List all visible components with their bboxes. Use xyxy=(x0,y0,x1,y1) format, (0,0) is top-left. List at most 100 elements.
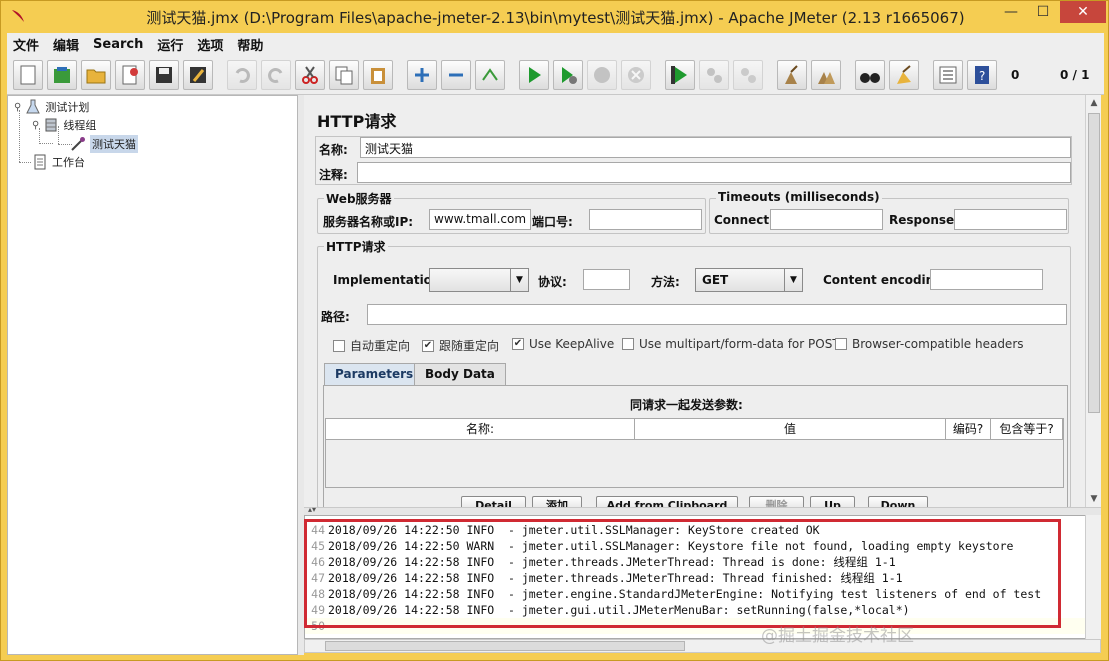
expand-toggle-icon[interactable]: ⚲ xyxy=(14,102,21,113)
log-viewer[interactable]: 44 2018/09/26 14:22:50 INFO - jmeter.util… xyxy=(304,515,1101,639)
scrollbar-thumb[interactable] xyxy=(1088,113,1100,413)
add-button[interactable]: 添加 xyxy=(532,496,582,507)
implementation-select[interactable]: ▼ xyxy=(429,268,529,292)
start-no-pause-button[interactable] xyxy=(553,60,583,90)
scroll-up-icon[interactable]: ▲ xyxy=(1086,95,1102,111)
params-table[interactable]: 名称: 值 编码? 包含等于? xyxy=(325,418,1064,488)
help-book-icon: ? xyxy=(975,66,989,84)
log-split-divider[interactable]: ▴▾ xyxy=(304,505,1101,515)
maximize-button[interactable]: ☐ xyxy=(1028,1,1058,23)
copy-button[interactable] xyxy=(329,60,359,90)
reset-search-button[interactable] xyxy=(889,60,919,90)
cut-button[interactable] xyxy=(295,60,325,90)
watermark: @掘土掘金技术社区 xyxy=(761,626,914,646)
checkbox-box[interactable] xyxy=(835,338,847,350)
save-as-button[interactable] xyxy=(183,60,213,90)
minimize-button[interactable]: — xyxy=(996,1,1026,23)
toggle-button[interactable] xyxy=(475,60,505,90)
log-line: 50 xyxy=(305,618,1085,634)
menu-options[interactable]: 选项 xyxy=(197,35,223,54)
svg-text:?: ? xyxy=(979,69,985,83)
undo-button[interactable] xyxy=(227,60,257,90)
split-arrows-icon[interactable]: ▴▾ xyxy=(308,505,316,514)
tree-item-http-sampler[interactable]: 测试天猫 xyxy=(70,135,138,153)
menu-help[interactable]: 帮助 xyxy=(237,35,263,54)
scroll-down-icon[interactable]: ▼ xyxy=(1086,491,1102,507)
log-horizontal-scrollbar[interactable] xyxy=(304,639,1101,653)
close-button[interactable]: ✕ xyxy=(1060,1,1106,23)
method-select[interactable]: GET ▼ xyxy=(695,268,803,292)
encoding-field[interactable] xyxy=(930,269,1043,290)
connect-field[interactable] xyxy=(770,209,883,230)
close-plan-button[interactable] xyxy=(115,60,145,90)
protocol-field[interactable] xyxy=(583,269,630,290)
test-plan-tree: ⚲ 测试计划 ⚲ 线程组 测试天猫 工作台 xyxy=(7,95,298,655)
column-header-name[interactable]: 名称: xyxy=(326,419,635,440)
checkmark-icon[interactable]: ✔ xyxy=(512,338,524,350)
add-from-clipboard-button[interactable]: Add from Clipboard xyxy=(596,496,738,507)
server-field[interactable]: www.tmall.com xyxy=(429,209,531,230)
column-header-include-equals[interactable]: 包含等于? xyxy=(991,419,1063,440)
path-field[interactable] xyxy=(367,304,1067,325)
remote-start-button[interactable] xyxy=(665,60,695,90)
follow-redirect-checkbox[interactable]: ✔ 跟随重定向 xyxy=(422,337,499,354)
clear-all-button[interactable] xyxy=(811,60,841,90)
delete-button[interactable]: 删除 xyxy=(749,496,804,507)
templates-button[interactable] xyxy=(47,60,77,90)
save-button[interactable] xyxy=(149,60,179,90)
expand-toggle-icon[interactable]: ⚲ xyxy=(32,120,39,131)
remote-shutdown-button[interactable] xyxy=(733,60,763,90)
tree-item-workbench[interactable]: 工作台 xyxy=(32,154,85,170)
toggle-icon xyxy=(482,68,498,81)
menu-search[interactable]: Search xyxy=(93,37,143,52)
menu-edit[interactable]: 编辑 xyxy=(53,35,79,54)
broom-all-icon xyxy=(818,72,835,84)
shutdown-button[interactable] xyxy=(621,60,651,90)
collapse-all-button[interactable] xyxy=(441,60,471,90)
log-line: 44 2018/09/26 14:22:50 INFO - jmeter.util… xyxy=(311,523,820,537)
menu-run[interactable]: 运行 xyxy=(157,35,183,54)
start-button[interactable] xyxy=(519,60,549,90)
checkbox-box[interactable] xyxy=(333,339,345,352)
tree-item-thread-group[interactable]: ⚲ 线程组 xyxy=(32,117,96,133)
log-vertical-scrollbar[interactable] xyxy=(1085,515,1101,639)
column-header-encode[interactable]: 编码? xyxy=(946,419,991,440)
expand-all-button[interactable] xyxy=(407,60,437,90)
new-button[interactable] xyxy=(13,60,43,90)
function-helper-button[interactable] xyxy=(933,60,963,90)
up-button[interactable]: Up xyxy=(810,496,855,507)
form-vertical-scrollbar[interactable]: ▲ ▼ xyxy=(1085,95,1101,507)
stop-button[interactable] xyxy=(587,60,617,90)
name-field[interactable]: 测试天猫 xyxy=(360,137,1071,158)
redo-button[interactable] xyxy=(261,60,291,90)
workbench-icon xyxy=(34,154,46,170)
jmeter-feather-icon xyxy=(12,10,24,22)
multipart-checkbox[interactable]: Use multipart/form-data for POST xyxy=(622,337,840,351)
tree-item-test-plan[interactable]: ⚲ 测试计划 xyxy=(14,99,89,115)
keepalive-checkbox[interactable]: ✔ Use KeepAlive xyxy=(512,337,614,351)
tab-parameters[interactable]: Parameters xyxy=(324,363,425,385)
search-button[interactable] xyxy=(855,60,885,90)
tab-body-data[interactable]: Body Data xyxy=(414,363,506,385)
play-no-timer-icon xyxy=(562,67,577,84)
auto-redirect-checkbox[interactable]: 自动重定向 xyxy=(333,337,410,354)
remote-shutdown-icon xyxy=(741,68,756,83)
browser-headers-checkbox[interactable]: Browser-compatible headers xyxy=(835,337,1024,351)
checkbox-box[interactable] xyxy=(622,338,634,350)
column-header-value[interactable]: 值 xyxy=(635,419,946,440)
remote-stop-button[interactable] xyxy=(699,60,729,90)
scrollbar-thumb[interactable] xyxy=(325,641,685,651)
broom-icon xyxy=(785,65,798,84)
port-field[interactable] xyxy=(589,209,702,230)
checkmark-icon[interactable]: ✔ xyxy=(422,339,434,352)
paste-button[interactable] xyxy=(363,60,393,90)
clear-button[interactable] xyxy=(777,60,807,90)
detail-button[interactable]: Detail xyxy=(461,496,526,507)
response-field[interactable] xyxy=(954,209,1067,230)
scissors-icon xyxy=(302,66,318,84)
help-button[interactable]: ? xyxy=(967,60,997,90)
comment-field[interactable] xyxy=(357,162,1071,183)
menu-file[interactable]: 文件 xyxy=(13,35,39,54)
open-button[interactable] xyxy=(81,60,111,90)
down-button[interactable]: Down xyxy=(868,496,928,507)
